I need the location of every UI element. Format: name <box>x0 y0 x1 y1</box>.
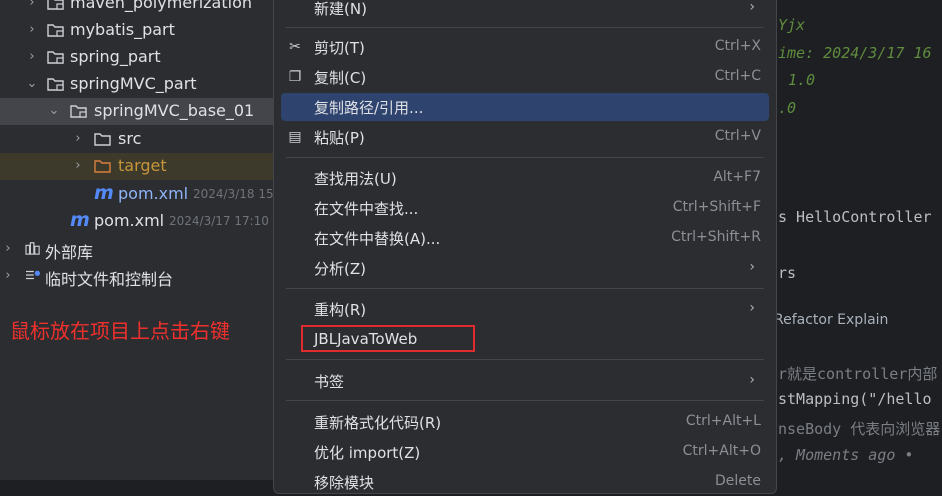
code-line: Yjx <box>778 16 806 34</box>
module-folder-icon <box>47 24 64 37</box>
menu-item-find-usages[interactable]: 查找用法(U) Alt+F7 <box>281 164 769 192</box>
folder-icon <box>94 133 111 146</box>
code-line: rs <box>778 264 797 282</box>
paste-icon: ▤ <box>288 129 302 145</box>
maven-icon: m <box>94 182 114 204</box>
chevron-right-icon[interactable]: › <box>2 269 14 282</box>
chevron-right-icon[interactable]: › <box>26 23 38 36</box>
git-blame: , Moments ago • <box>778 446 914 464</box>
chevron-right-icon[interactable]: › <box>72 159 84 172</box>
tree-item-spring-part[interactable]: › spring_part <box>0 44 280 71</box>
tree-item-external-libraries[interactable]: › 外部库 <box>0 236 280 263</box>
code-line: stMapping("/hello <box>778 390 932 408</box>
menu-item-copy[interactable]: ❐ 复制(C) Ctrl+C <box>281 63 769 91</box>
menu-item-new[interactable]: 新建(N) › <box>281 0 769 22</box>
module-folder-icon <box>47 51 64 64</box>
menu-separator <box>286 288 764 289</box>
menu-separator <box>286 359 764 360</box>
tree-item-label: 临时文件和控制台 <box>45 270 174 289</box>
menu-separator <box>286 157 764 158</box>
menu-item-refactor[interactable]: 重构(R) › <box>281 295 769 323</box>
tree-item-pom-parent[interactable]: m pom.xml 2024/3/17 17:10 <box>0 208 280 235</box>
tree-item-springmvc-part[interactable]: ⌄ springMVC_part <box>0 71 280 98</box>
tree-item-label: 外部库 <box>45 243 94 262</box>
menu-separator <box>286 400 764 401</box>
menu-item-find-in-files[interactable]: 在文件中查找... Ctrl+Shift+F <box>281 194 769 222</box>
code-line: r就是controller内部 <box>778 365 938 383</box>
tree-item-pom-module[interactable]: m pom.xml 2024/3/18 15 <box>0 181 280 208</box>
code-line: s HelloController <box>778 208 932 226</box>
menu-item-bookmarks[interactable]: 书签 › <box>281 367 769 395</box>
tree-item-label: pom.xml <box>94 211 165 230</box>
scratch-console-icon <box>26 270 40 280</box>
tree-item-scratches[interactable]: › 临时文件和控制台 <box>0 263 280 290</box>
ai-hint[interactable]: Refactor Explain <box>774 312 888 328</box>
submenu-arrow-icon: › <box>749 372 755 388</box>
code-editor[interactable]: Yjx ime: 2024/3/17 16 1.0 .0 s HelloCont… <box>760 0 942 480</box>
menu-item-analyze[interactable]: 分析(Z) › <box>281 254 769 282</box>
project-tree: › maven_polymerization › mybatis_part › … <box>0 0 280 480</box>
code-line: 1.0 <box>788 71 816 89</box>
tree-item-label: springMVC_base_01 <box>94 101 255 120</box>
menu-item-reformat-code[interactable]: 重新格式化代码(R) Ctrl+Alt+L <box>281 408 769 436</box>
tree-item-label: mybatis_part <box>70 20 175 39</box>
tree-item-src[interactable]: › src <box>0 126 280 153</box>
file-timestamp: 2024/3/17 17:10 <box>169 214 269 228</box>
tree-item-springmvc-base-01[interactable]: ⌄ springMVC_base_01 <box>0 98 280 125</box>
highlight-box <box>301 325 475 352</box>
submenu-arrow-icon: › <box>749 259 755 275</box>
submenu-arrow-icon: › <box>749 0 755 15</box>
code-line: nseBody 代表向浏览器 <box>778 420 941 438</box>
chevron-right-icon[interactable]: › <box>2 242 14 255</box>
code-line: .0 <box>778 99 797 117</box>
menu-item-paste[interactable]: ▤ 粘贴(P) Ctrl+V <box>281 123 769 151</box>
annotation-text: 鼠标放在项目上点击右键 <box>10 319 230 343</box>
chevron-right-icon[interactable]: › <box>26 0 38 9</box>
code-line: ime: 2024/3/17 16 <box>778 44 932 62</box>
copy-icon: ❐ <box>288 69 302 85</box>
menu-separator <box>286 27 764 28</box>
tree-item-label: pom.xml <box>118 184 189 203</box>
chevron-down-icon[interactable]: ⌄ <box>26 77 38 90</box>
tree-item-label: springMVC_part <box>70 74 197 93</box>
module-folder-icon <box>70 105 87 118</box>
tree-item-maven-polymerization[interactable]: › maven_polymerization <box>0 0 280 17</box>
tree-item-mybatis-part[interactable]: › mybatis_part <box>0 17 280 44</box>
scissors-icon: ✂ <box>289 39 301 55</box>
menu-item-replace-in-files[interactable]: 在文件中替换(A)... Ctrl+Shift+R <box>281 224 769 252</box>
excluded-folder-icon <box>94 160 111 173</box>
submenu-arrow-icon: › <box>749 300 755 316</box>
module-folder-icon <box>47 0 64 10</box>
tree-item-label: spring_part <box>70 47 161 66</box>
tree-item-label: maven_polymerization <box>70 0 253 12</box>
menu-item-copy-path[interactable]: 复制路径/引用... <box>281 93 769 121</box>
chevron-right-icon[interactable]: › <box>72 132 84 145</box>
module-folder-icon <box>47 78 64 91</box>
menu-item-optimize-imports[interactable]: 优化 import(Z) Ctrl+Alt+O <box>281 438 769 466</box>
file-timestamp: 2024/3/18 15 <box>193 187 274 201</box>
chevron-right-icon[interactable]: › <box>26 50 38 63</box>
menu-item-cut[interactable]: ✂ 剪切(T) Ctrl+X <box>281 33 769 61</box>
library-icon <box>25 242 40 255</box>
chevron-down-icon[interactable]: ⌄ <box>48 104 60 117</box>
tree-item-target[interactable]: › target <box>0 153 280 180</box>
menu-item-remove-module[interactable]: 移除模块 Delete <box>281 468 769 496</box>
maven-icon: m <box>70 209 90 231</box>
tree-item-label: target <box>118 156 167 175</box>
tree-item-label: src <box>118 129 142 148</box>
context-menu: 新建(N) › ✂ 剪切(T) Ctrl+X ❐ 复制(C) Ctrl+C 复制… <box>273 0 777 494</box>
